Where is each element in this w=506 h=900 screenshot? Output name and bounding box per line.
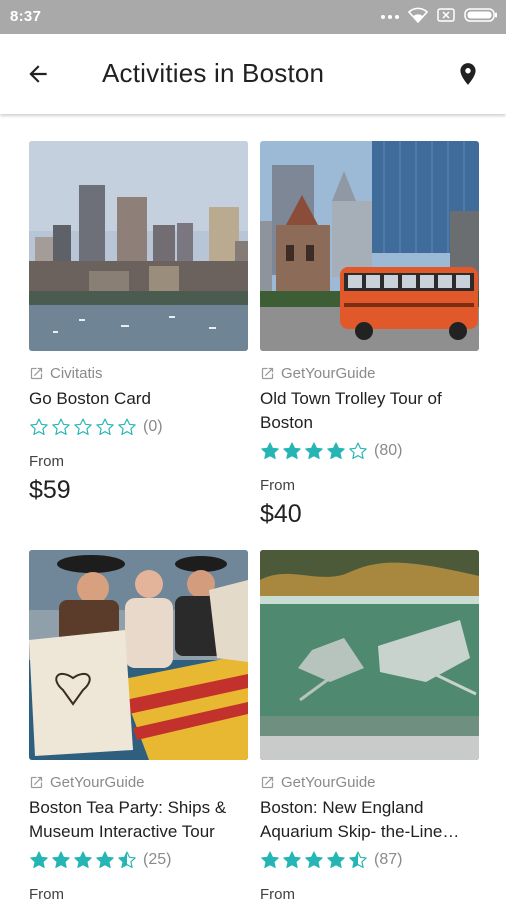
star-full-icon	[283, 442, 301, 459]
status-icons	[381, 7, 498, 28]
review-count: (0)	[143, 418, 163, 435]
activity-title: Old Town Trolley Tour of Boston	[260, 389, 442, 432]
external-link-icon	[30, 367, 43, 379]
provider-name: GetYourGuide	[50, 773, 145, 791]
star-full-icon	[30, 851, 48, 868]
from-label: From	[29, 886, 64, 900]
dots-icon	[381, 15, 399, 19]
from-label: From	[29, 453, 64, 470]
provider-name: Civitatis	[50, 364, 103, 382]
rating-row: (80)	[260, 439, 479, 463]
star-empty-icon	[349, 442, 367, 459]
rating-row: (0)	[29, 415, 248, 439]
provider-row: GetYourGuide	[260, 364, 479, 382]
star-empty-icon	[30, 418, 48, 435]
activity-card-boston-tea-party[interactable]: GetYourGuide Boston Tea Party: Ships & M…	[29, 550, 248, 900]
star-rating	[260, 850, 368, 870]
provider-row: GetYourGuide	[29, 773, 248, 791]
star-rating	[260, 441, 368, 461]
rating-row: (87)	[260, 848, 479, 872]
status-time: 8:37	[10, 8, 42, 25]
status-bar: 8:37	[0, 0, 506, 34]
activity-image	[29, 550, 248, 760]
app-bar: Activities in Boston	[0, 34, 506, 114]
star-full-icon	[327, 442, 345, 459]
from-label: From	[260, 477, 295, 494]
activity-title: Go Boston Card	[29, 389, 151, 408]
map-button[interactable]	[450, 56, 486, 92]
battery-icon	[464, 7, 498, 27]
activity-title: Boston Tea Party: Ships & Museum Interac…	[29, 798, 227, 841]
star-half-icon	[349, 851, 367, 868]
rating-row: (25)	[29, 848, 248, 872]
activity-image	[29, 141, 248, 351]
provider-name: GetYourGuide	[281, 364, 376, 382]
star-half-icon	[118, 851, 136, 868]
star-rating	[29, 417, 137, 437]
activity-card-new-england-aquarium[interactable]: GetYourGuide Boston: New England Aquariu…	[260, 550, 479, 900]
provider-row: GetYourGuide	[260, 773, 479, 791]
provider-row: Civitatis	[29, 364, 248, 382]
activity-title: Boston: New England Aquarium Skip- the-L…	[260, 798, 460, 841]
provider-name: GetYourGuide	[281, 773, 376, 791]
from-label: From	[260, 886, 295, 900]
activity-image	[260, 550, 479, 760]
external-link-icon	[30, 776, 43, 788]
activity-card-old-town-trolley[interactable]: GetYourGuide Old Town Trolley Tour of Bo…	[260, 141, 479, 529]
star-full-icon	[74, 851, 92, 868]
review-count: (25)	[143, 851, 172, 868]
star-full-icon	[96, 851, 114, 868]
page-title: Activities in Boston	[102, 58, 325, 88]
star-full-icon	[305, 442, 323, 459]
star-full-icon	[283, 851, 301, 868]
star-full-icon	[52, 851, 70, 868]
star-rating	[29, 850, 137, 870]
star-full-icon	[305, 851, 323, 868]
star-full-icon	[261, 851, 279, 868]
review-count: (87)	[374, 851, 403, 868]
star-empty-icon	[74, 418, 92, 435]
star-empty-icon	[96, 418, 114, 435]
activity-card-go-boston-card[interactable]: Civitatis Go Boston Card (0) From $59	[29, 141, 248, 505]
activity-image	[260, 141, 479, 351]
star-empty-icon	[118, 418, 136, 435]
review-count: (80)	[374, 442, 403, 459]
arrow-back-icon	[29, 65, 47, 83]
price: $40	[260, 500, 302, 528]
back-button[interactable]	[20, 56, 56, 92]
star-full-icon	[261, 442, 279, 459]
price: $59	[29, 476, 71, 504]
sim-icon	[437, 7, 455, 27]
location-pin-icon	[460, 63, 476, 85]
star-empty-icon	[52, 418, 70, 435]
star-full-icon	[327, 851, 345, 868]
external-link-icon	[261, 367, 274, 379]
external-link-icon	[261, 776, 274, 788]
wifi-icon	[407, 7, 429, 28]
